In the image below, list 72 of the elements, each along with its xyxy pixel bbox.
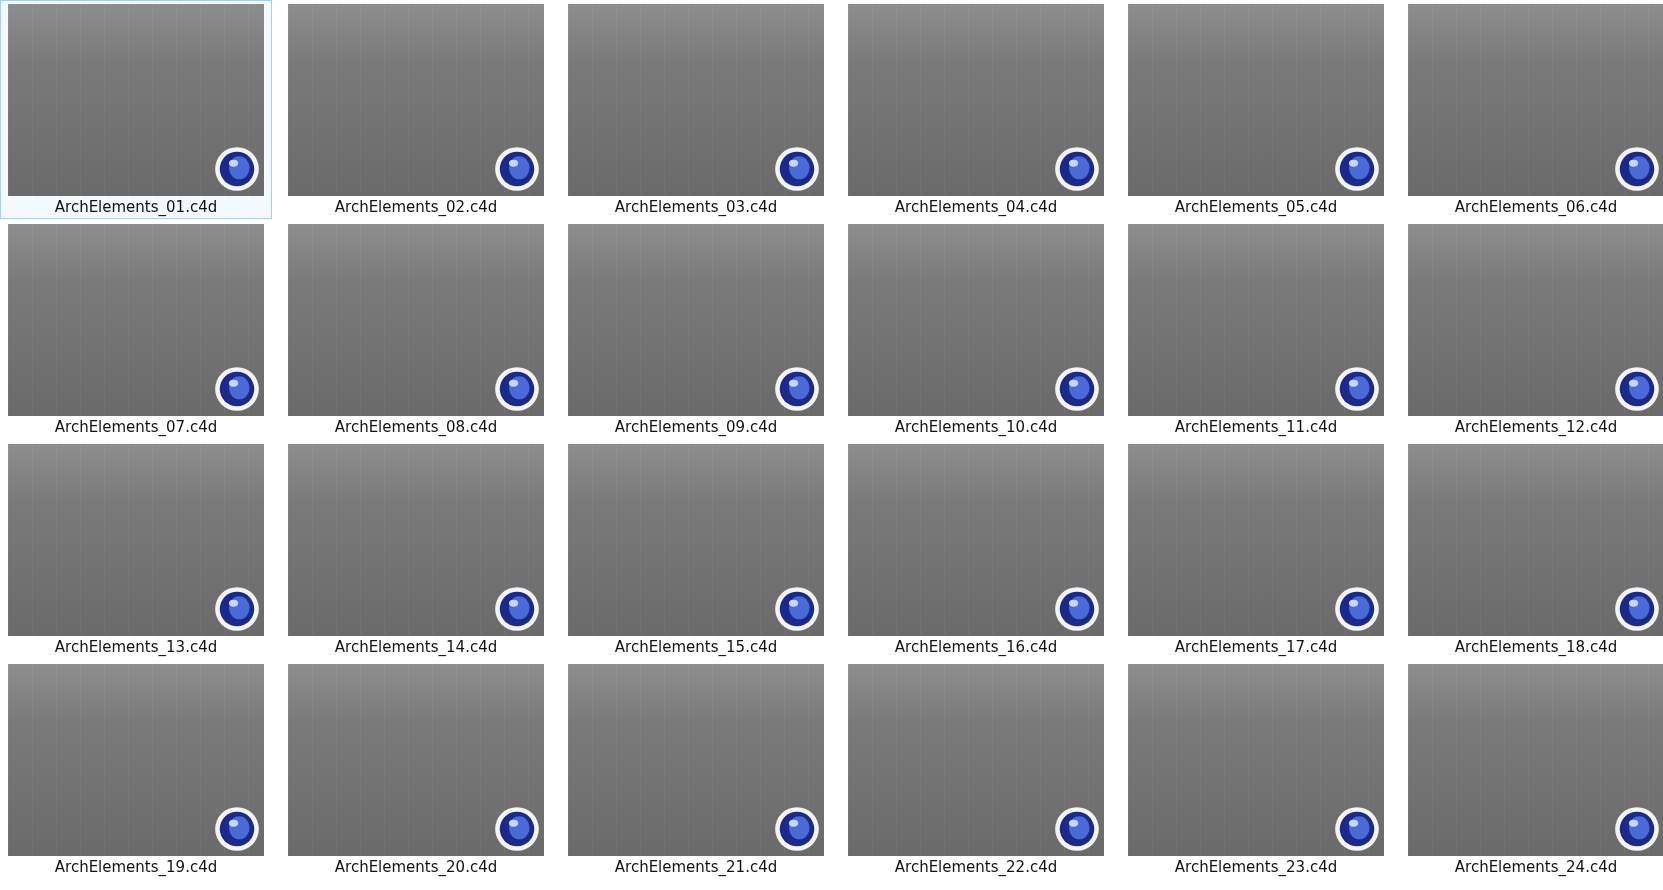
file-item[interactable]: ArchElements_07.c4d [0, 220, 272, 439]
file-item[interactable]: ArchElements_18.c4d [1400, 440, 1663, 659]
file-item[interactable]: ArchElements_10.c4d [840, 220, 1112, 439]
file-name: ArchElements_06.c4d [1454, 197, 1618, 218]
file-item[interactable]: ArchElements_04.c4d [840, 0, 1112, 219]
file-name: ArchElements_14.c4d [334, 637, 498, 658]
sphere-logo-icon [214, 806, 260, 852]
file-name: ArchElements_18.c4d [1454, 637, 1618, 658]
file-item[interactable]: ArchElements_14.c4d [280, 440, 552, 659]
file-item[interactable]: ArchElements_11.c4d [1120, 220, 1392, 439]
sphere-logo-icon [494, 146, 540, 192]
file-item[interactable]: ArchElements_05.c4d [1120, 0, 1392, 219]
file-name: ArchElements_21.c4d [614, 857, 778, 878]
file-item[interactable]: ArchElements_06.c4d [1400, 0, 1663, 219]
file-item[interactable]: ArchElements_22.c4d [840, 660, 1112, 879]
sphere-logo-icon [1334, 806, 1380, 852]
file-name: ArchElements_01.c4d [54, 197, 218, 218]
sphere-logo-icon [1334, 586, 1380, 632]
file-name: ArchElements_22.c4d [894, 857, 1058, 878]
sphere-logo-icon [1614, 146, 1660, 192]
file-name: ArchElements_11.c4d [1174, 417, 1338, 438]
file-item[interactable]: ArchElements_21.c4d [560, 660, 832, 879]
file-name: ArchElements_20.c4d [334, 857, 498, 878]
sphere-logo-icon [1054, 806, 1100, 852]
file-name: ArchElements_09.c4d [614, 417, 778, 438]
file-item[interactable]: ArchElements_12.c4d [1400, 220, 1663, 439]
sphere-logo-icon [1054, 586, 1100, 632]
sphere-logo-icon [1334, 366, 1380, 412]
sphere-logo-icon [1334, 146, 1380, 192]
file-item[interactable]: ArchElements_15.c4d [560, 440, 832, 659]
sphere-logo-icon [1054, 366, 1100, 412]
file-item[interactable]: ArchElements_24.c4d [1400, 660, 1663, 879]
file-name: ArchElements_19.c4d [54, 857, 218, 878]
sphere-logo-icon [1614, 806, 1660, 852]
file-item[interactable]: ArchElements_03.c4d [560, 0, 832, 219]
file-name: ArchElements_08.c4d [334, 417, 498, 438]
sphere-logo-icon [214, 586, 260, 632]
file-item[interactable]: ArchElements_17.c4d [1120, 440, 1392, 659]
file-item[interactable]: ArchElements_16.c4d [840, 440, 1112, 659]
file-name: ArchElements_12.c4d [1454, 417, 1618, 438]
file-item[interactable]: ArchElements_08.c4d [280, 220, 552, 439]
file-name: ArchElements_04.c4d [894, 197, 1058, 218]
sphere-logo-icon [1614, 586, 1660, 632]
file-name: ArchElements_07.c4d [54, 417, 218, 438]
file-item[interactable]: ArchElements_13.c4d [0, 440, 272, 659]
sphere-logo-icon [1614, 366, 1660, 412]
file-name: ArchElements_17.c4d [1174, 637, 1338, 658]
file-item[interactable]: ArchElements_02.c4d [280, 0, 552, 219]
sphere-logo-icon [774, 586, 820, 632]
file-name: ArchElements_03.c4d [614, 197, 778, 218]
sphere-logo-icon [494, 366, 540, 412]
file-name: ArchElements_15.c4d [614, 637, 778, 658]
sphere-logo-icon [774, 806, 820, 852]
file-name: ArchElements_13.c4d [54, 637, 218, 658]
file-name: ArchElements_02.c4d [334, 197, 498, 218]
sphere-logo-icon [774, 366, 820, 412]
sphere-logo-icon [494, 806, 540, 852]
sphere-logo-icon [214, 146, 260, 192]
file-name: ArchElements_23.c4d [1174, 857, 1338, 878]
file-item[interactable]: ArchElements_20.c4d [280, 660, 552, 879]
file-item[interactable]: ArchElements_01.c4d [0, 0, 272, 219]
file-name: ArchElements_10.c4d [894, 417, 1058, 438]
sphere-logo-icon [774, 146, 820, 192]
file-name: ArchElements_05.c4d [1174, 197, 1338, 218]
sphere-logo-icon [214, 366, 260, 412]
sphere-logo-icon [494, 586, 540, 632]
sphere-logo-icon [1054, 146, 1100, 192]
file-name: ArchElements_24.c4d [1454, 857, 1618, 878]
file-name: ArchElements_16.c4d [894, 637, 1058, 658]
file-item[interactable]: ArchElements_23.c4d [1120, 660, 1392, 879]
file-item[interactable]: ArchElements_19.c4d [0, 660, 272, 879]
file-item[interactable]: ArchElements_09.c4d [560, 220, 832, 439]
